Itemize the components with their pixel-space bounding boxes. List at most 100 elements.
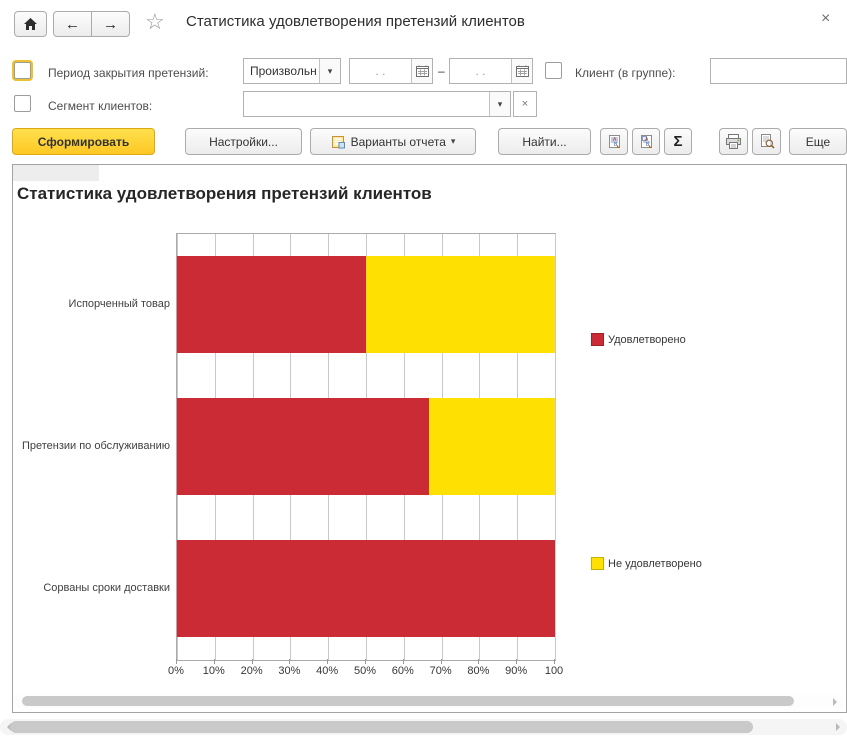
bar-segment bbox=[366, 256, 555, 353]
generate-label: Сформировать bbox=[37, 134, 130, 149]
forward-icon: → bbox=[103, 15, 118, 33]
totals-button[interactable]: Σ bbox=[664, 128, 692, 155]
clear-icon: × bbox=[521, 98, 529, 110]
report-variants-label: Варианты отчета bbox=[350, 134, 446, 149]
axis-tick bbox=[251, 659, 253, 664]
bar bbox=[177, 398, 555, 495]
preview-icon bbox=[759, 134, 775, 149]
generate-button[interactable]: Сформировать bbox=[12, 128, 155, 155]
period-kind-dropdown[interactable]: Произвольн ▾ bbox=[243, 58, 341, 84]
period-checkbox[interactable] bbox=[14, 62, 31, 79]
axis-tick bbox=[213, 659, 215, 664]
calendar-icon bbox=[415, 65, 429, 77]
home-button[interactable] bbox=[14, 11, 47, 37]
date-from-value: . . bbox=[375, 64, 386, 78]
window-horizontal-scrollbar[interactable] bbox=[0, 719, 847, 735]
legend-label: Удовлетворено bbox=[608, 333, 686, 346]
report-horizontal-scrollbar[interactable] bbox=[14, 695, 843, 708]
report-variants-button[interactable]: Варианты отчета ▾ bbox=[310, 128, 476, 155]
window-hscroll-thumb[interactable] bbox=[10, 721, 753, 733]
client-value bbox=[711, 59, 846, 83]
axis-tick bbox=[440, 659, 442, 664]
axis-tick-label: 80% bbox=[467, 665, 490, 677]
home-icon bbox=[23, 17, 38, 31]
legend-item: Удовлетворено bbox=[591, 333, 686, 346]
bar bbox=[177, 256, 555, 353]
settings-button[interactable]: Настройки... bbox=[185, 128, 302, 155]
client-checkbox[interactable] bbox=[545, 62, 562, 79]
segment-combo[interactable]: ▾ bbox=[243, 91, 511, 117]
bar-segment bbox=[177, 540, 555, 637]
gridline bbox=[555, 234, 556, 660]
window-title: Статистика удовлетворения претензий клие… bbox=[186, 13, 525, 30]
expand-groups-icon: AB bbox=[606, 134, 622, 150]
find-button[interactable]: Найти... bbox=[498, 128, 591, 155]
axis-tick-label: 70% bbox=[429, 665, 452, 677]
axis-tick bbox=[554, 659, 555, 664]
segment-checkbox[interactable] bbox=[14, 95, 31, 112]
back-icon: ← bbox=[65, 15, 80, 33]
client-input[interactable] bbox=[710, 58, 847, 84]
axis-tick bbox=[289, 659, 291, 664]
more-label: Еще bbox=[805, 134, 831, 149]
more-button[interactable]: Еще bbox=[789, 128, 847, 155]
axis-tick bbox=[516, 659, 518, 664]
date-to-calendar-button[interactable] bbox=[511, 59, 532, 83]
chart: 0% 10% 20% 30% 40% 50% 60% 70% 80% 90% 100 Испорчен… bbox=[13, 165, 846, 712]
category-label: Претензии по обслуживанию bbox=[21, 440, 170, 452]
date-range-separator: – bbox=[438, 64, 445, 78]
chevron-down-icon: ▾ bbox=[497, 98, 503, 109]
axis-tick-label: 30% bbox=[278, 665, 301, 677]
client-label: Клиент (в группе): bbox=[575, 66, 676, 80]
date-from-field[interactable]: . . bbox=[349, 58, 433, 84]
scroll-right-icon[interactable] bbox=[836, 723, 844, 731]
period-kind-arrow[interactable]: ▾ bbox=[319, 59, 340, 83]
axis-tick bbox=[176, 659, 177, 664]
date-to-field[interactable]: . . bbox=[449, 58, 533, 84]
bar bbox=[177, 540, 555, 637]
axis-tick-label: 100 bbox=[544, 665, 564, 677]
print-button[interactable] bbox=[719, 128, 748, 155]
bar-segment bbox=[177, 256, 366, 353]
history-nav-group: ← → bbox=[53, 11, 130, 37]
collapse-groups-button[interactable]: AB bbox=[632, 128, 660, 155]
segment-value bbox=[244, 92, 489, 116]
find-label: Найти... bbox=[522, 134, 567, 149]
expand-groups-button[interactable]: AB bbox=[600, 128, 628, 155]
axis-tick-label: 10% bbox=[202, 665, 225, 677]
legend-label: Не удовлетворено bbox=[608, 557, 702, 570]
segment-dropdown-arrow[interactable]: ▾ bbox=[489, 92, 510, 116]
axis-tick-label: 90% bbox=[505, 665, 528, 677]
preview-button[interactable] bbox=[752, 128, 781, 155]
segment-clear-button[interactable]: × bbox=[513, 91, 537, 117]
legend-swatch bbox=[591, 333, 604, 346]
date-to-value: . . bbox=[475, 64, 486, 78]
forward-button[interactable]: → bbox=[92, 11, 130, 37]
chevron-down-icon: ▾ bbox=[327, 65, 333, 76]
axis-tick bbox=[478, 659, 480, 664]
category-label: Испорченный товар bbox=[68, 298, 170, 310]
print-icon bbox=[725, 134, 742, 149]
legend-item: Не удовлетворено bbox=[591, 557, 702, 570]
axis-tick-label: 40% bbox=[316, 665, 339, 677]
period-label: Период закрытия претензий: bbox=[48, 66, 209, 80]
scroll-right-icon[interactable] bbox=[833, 698, 841, 706]
favorite-star-icon[interactable]: ☆ bbox=[145, 9, 165, 35]
segment-label: Сегмент клиентов: bbox=[48, 99, 153, 113]
close-icon[interactable]: × bbox=[821, 10, 830, 28]
chevron-down-icon: ▾ bbox=[450, 136, 456, 146]
collapse-groups-icon: AB bbox=[638, 134, 654, 150]
back-button[interactable]: ← bbox=[53, 11, 92, 37]
date-from-calendar-button[interactable] bbox=[411, 59, 432, 83]
report-hscroll-thumb[interactable] bbox=[22, 696, 794, 706]
report-area: Статистика удовлетворения претензий клие… bbox=[12, 164, 847, 713]
axis-tick-label: 60% bbox=[391, 665, 414, 677]
report-variants-icon bbox=[331, 134, 346, 149]
axis-tick bbox=[402, 659, 404, 664]
category-label: Сорваны сроки доставки bbox=[43, 582, 170, 594]
sigma-icon: Σ bbox=[673, 133, 683, 150]
axis-tick-label: 20% bbox=[240, 665, 263, 677]
axis-tick bbox=[327, 659, 329, 664]
bar-segment bbox=[177, 398, 430, 495]
axis-tick-label: 50% bbox=[353, 665, 377, 677]
